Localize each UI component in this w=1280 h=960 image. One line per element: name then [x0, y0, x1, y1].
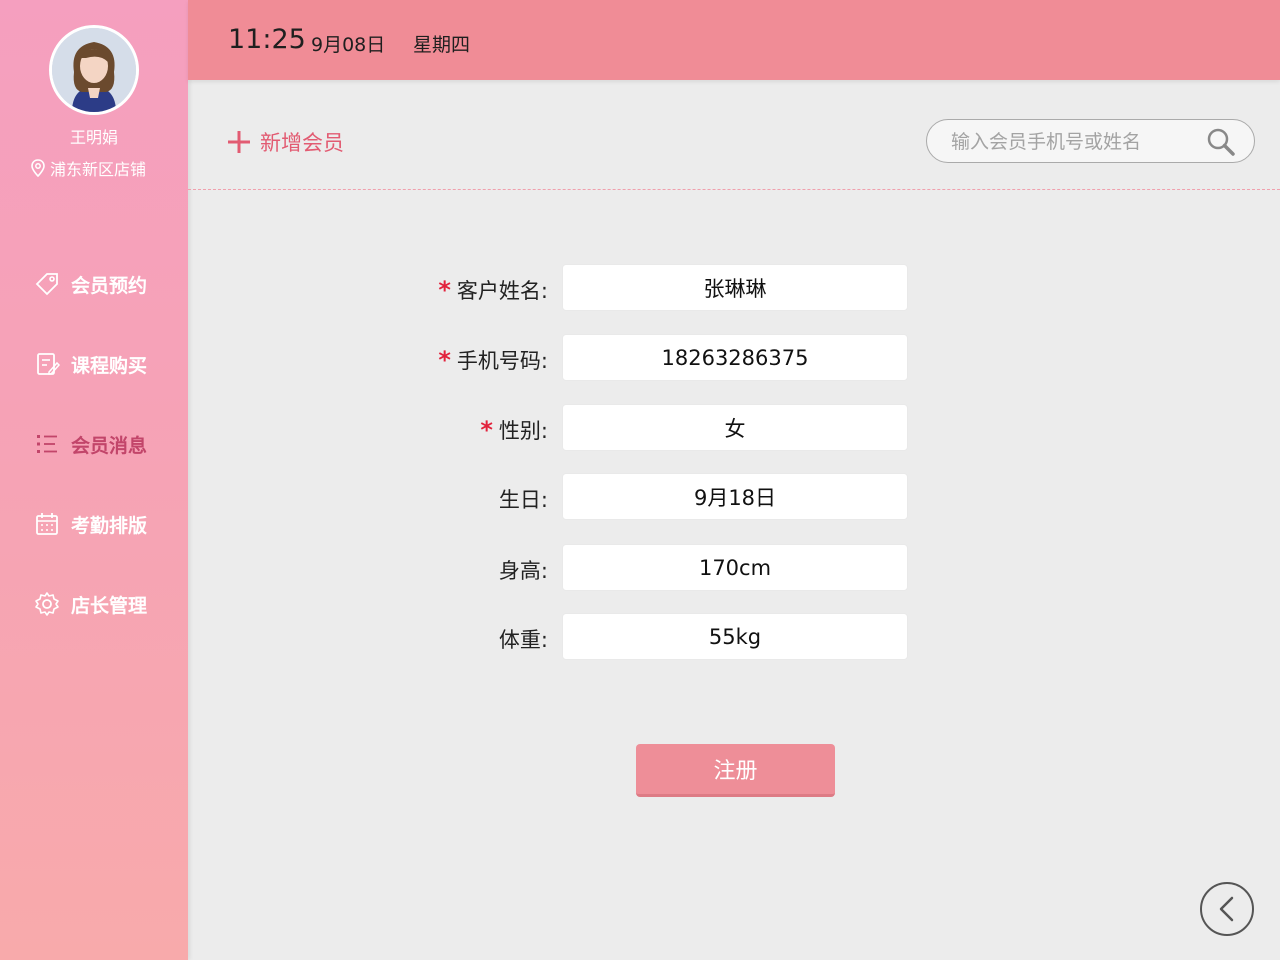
- field-label-name: * 客户姓名:: [438, 276, 548, 304]
- sidebar-item-label: 课程购买: [71, 354, 148, 377]
- sidebar: 王明娟 浦东新区店铺 会员预约 课程购买 会员消息 考勤排版 店长管理: [0, 0, 188, 960]
- back-button[interactable]: [1200, 882, 1254, 936]
- chevron-left-icon: [1219, 896, 1234, 922]
- sidebar-item-attendance[interactable]: 考勤排版: [33, 509, 147, 539]
- required-mark: *: [480, 416, 493, 444]
- sidebar-item-manager[interactable]: 店长管理: [33, 589, 147, 619]
- register-button[interactable]: 注册: [636, 744, 835, 797]
- top-header: 11:25 9月08日 星期四: [188, 0, 1280, 80]
- height-field[interactable]: 170cm: [562, 544, 908, 591]
- field-label-gender: * 性别:: [480, 416, 548, 444]
- sidebar-item-member-messages[interactable]: 会员消息: [33, 429, 147, 459]
- tag-icon: [33, 270, 61, 298]
- clock-time: 11:25: [228, 24, 306, 55]
- sidebar-item-label: 考勤排版: [71, 514, 148, 537]
- current-weekday: 星期四: [413, 34, 471, 56]
- field-label-weight: 体重:: [498, 628, 548, 652]
- gear-icon: [33, 590, 61, 618]
- weight-field[interactable]: 55kg: [562, 613, 908, 660]
- sidebar-item-label: 会员消息: [71, 434, 148, 457]
- user-name: 王明娟: [69, 128, 118, 147]
- gender-field[interactable]: 女: [562, 404, 908, 451]
- required-mark: *: [438, 346, 451, 374]
- phone-field[interactable]: 18263286375: [562, 334, 908, 381]
- store-location: 浦东新区店铺: [30, 157, 146, 179]
- add-member-label: 新增会员: [260, 131, 344, 155]
- user-portrait-icon: [52, 28, 136, 112]
- field-label-phone: * 手机号码:: [438, 346, 548, 374]
- search-icon[interactable]: [1206, 127, 1236, 157]
- search-input[interactable]: [951, 128, 1201, 156]
- dashed-divider: [188, 189, 1280, 190]
- location-pin-icon: [31, 159, 45, 177]
- document-edit-icon: [33, 350, 61, 378]
- avatar[interactable]: [49, 25, 139, 115]
- store-name: 浦东新区店铺: [50, 160, 147, 179]
- current-date: 9月08日: [311, 34, 386, 56]
- name-field[interactable]: 张琳琳: [562, 264, 908, 311]
- plus-icon: [228, 131, 250, 153]
- calendar-icon: [33, 510, 61, 538]
- birthday-field[interactable]: 9月18日: [562, 473, 908, 520]
- sidebar-item-label: 店长管理: [71, 594, 148, 617]
- field-label-height: 身高:: [498, 559, 548, 583]
- list-icon: [33, 430, 61, 458]
- add-member-button[interactable]: 新增会员: [226, 126, 344, 158]
- sidebar-item-course-purchase[interactable]: 课程购买: [33, 349, 147, 379]
- field-label-birthday: 生日:: [498, 488, 548, 512]
- search-box[interactable]: [926, 119, 1255, 163]
- required-mark: *: [438, 276, 451, 304]
- sidebar-item-member-booking[interactable]: 会员预约: [33, 269, 147, 299]
- sidebar-item-label: 会员预约: [71, 274, 148, 297]
